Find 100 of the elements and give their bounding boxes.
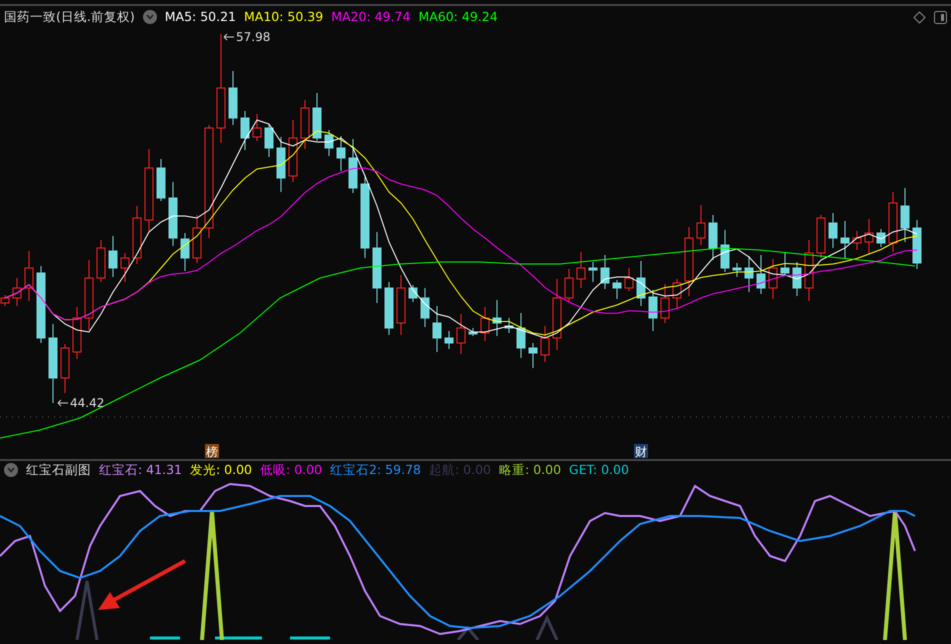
candlestick	[624, 268, 634, 292]
candlestick	[816, 214, 826, 258]
candlestick	[156, 158, 166, 202]
candlestick	[756, 254, 766, 294]
signal-bar	[150, 636, 180, 640]
marker-badge[interactable]: 财	[634, 444, 648, 459]
candlestick	[60, 344, 70, 394]
spike-line	[76, 580, 98, 640]
indicator-title: 红宝石副图	[26, 460, 91, 479]
candlestick	[252, 114, 262, 142]
candlestick	[276, 136, 286, 192]
stock-title: 国药一致(日线.前复权)	[4, 8, 135, 26]
dropdown-icon[interactable]	[142, 10, 157, 24]
indicator-value: MA10: 50.39	[244, 8, 324, 26]
candlestick	[240, 110, 250, 150]
candlestick	[0, 294, 10, 306]
candlestick	[696, 204, 706, 246]
candlestick	[708, 214, 718, 260]
candlestick	[264, 124, 274, 158]
candlestick	[408, 284, 418, 302]
candlestick	[648, 290, 658, 332]
candlestick	[720, 230, 730, 272]
indicator-value: 发光: 0.00	[190, 460, 252, 479]
candlestick	[168, 182, 178, 246]
candlestick	[516, 312, 526, 358]
low-price-label: 44.42	[70, 396, 104, 410]
candlestick	[444, 330, 454, 350]
candlestick	[552, 278, 562, 350]
signal-bar	[290, 636, 330, 640]
indicator-value: 低吸: 0.00	[260, 460, 322, 479]
candlestick	[876, 228, 886, 248]
candlestick	[900, 188, 910, 242]
indicator-value: 略重: 0.00	[499, 460, 562, 479]
indicator-value: MA20: 49.74	[331, 8, 410, 26]
candlestick	[72, 306, 82, 360]
candlestick	[828, 212, 838, 248]
indicator-value: MA60: 49.24	[418, 8, 498, 26]
diamond-icon[interactable]	[913, 10, 926, 24]
candlestick	[300, 100, 310, 150]
candlestick	[132, 206, 142, 264]
candlestick	[120, 252, 130, 282]
candlestick	[228, 70, 238, 126]
panel-toggle-icon[interactable]	[934, 10, 947, 24]
candlestick	[24, 250, 34, 302]
candlestick	[468, 328, 478, 336]
candlestick	[840, 220, 850, 258]
candlestick	[480, 306, 490, 342]
candlestick	[792, 262, 802, 296]
candlestick	[600, 254, 610, 290]
marker-badge[interactable]: 榜	[205, 444, 219, 459]
candlestick	[540, 326, 550, 362]
candlestick	[336, 136, 346, 172]
candlestick	[636, 260, 646, 306]
candlestick	[108, 236, 118, 278]
candlestick	[192, 214, 202, 264]
indicator-value: GET: 0.00	[569, 460, 629, 479]
indicator-value: 起航: 0.00	[428, 460, 492, 479]
candlestick	[432, 306, 442, 352]
candlestick	[684, 226, 694, 296]
spike-line	[456, 626, 480, 640]
indicator-value: 红宝石2: 59.78	[330, 460, 421, 479]
high-price-label: 57.98	[236, 30, 270, 44]
candlestick	[420, 288, 430, 328]
candlestick	[288, 120, 298, 182]
candlestick	[888, 192, 898, 252]
candlestick	[384, 282, 394, 336]
candlestick	[660, 284, 670, 324]
arrow-icon	[98, 559, 186, 610]
candlestick	[732, 262, 742, 278]
candlestick	[180, 232, 190, 272]
candlestick	[348, 138, 358, 194]
dropdown-icon[interactable]	[4, 463, 18, 477]
indicator-value: 红宝石: 41.31	[99, 460, 182, 479]
candlestick	[312, 92, 322, 142]
candlestick	[504, 318, 514, 334]
candlestick	[324, 130, 334, 156]
indicator-value: MA5: 50.21	[164, 8, 236, 26]
candlestick	[372, 232, 382, 304]
arrow-icon	[58, 400, 68, 406]
candlestick	[768, 258, 778, 300]
candlestick	[612, 280, 622, 300]
arrow-icon	[224, 34, 234, 40]
candlestick	[456, 314, 466, 354]
candlestick	[96, 240, 106, 282]
candlestick	[852, 230, 862, 250]
candlestick	[396, 274, 406, 336]
candlestick	[780, 252, 790, 276]
candlestick	[84, 260, 94, 330]
candlestick	[12, 278, 22, 306]
candlestick	[564, 268, 574, 302]
candlestick	[588, 262, 598, 282]
candlestick	[744, 256, 754, 292]
candlestick	[672, 278, 682, 308]
candlestick	[492, 300, 502, 336]
candlestick	[576, 252, 586, 288]
candlestick	[864, 218, 874, 254]
spike-line	[536, 614, 558, 640]
candlestick	[528, 342, 538, 368]
signal-bar	[215, 636, 262, 640]
candlestick	[912, 220, 922, 270]
